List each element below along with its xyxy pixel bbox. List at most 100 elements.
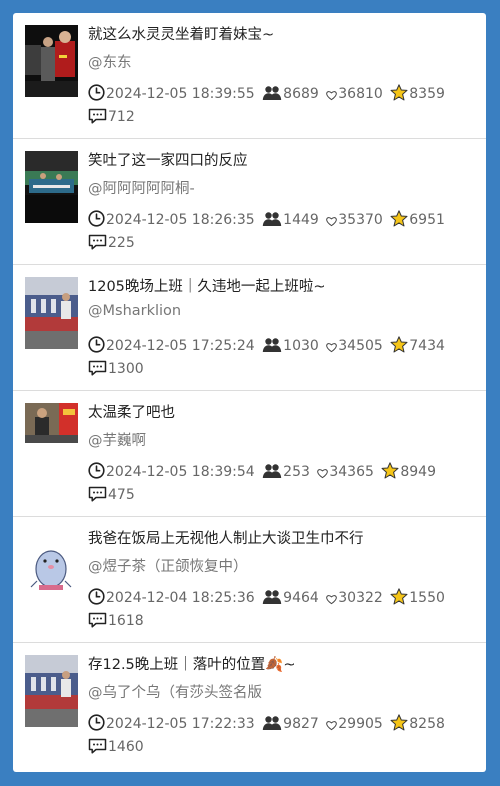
star-count: 7434 xyxy=(390,335,445,358)
comment-icon xyxy=(88,612,108,629)
viewer-count-value: 8689 xyxy=(283,86,319,102)
video-thumbnail[interactable] xyxy=(25,403,78,475)
comment-count-value: 475 xyxy=(108,487,135,503)
heart-icon xyxy=(326,590,338,606)
star-count-value: 8258 xyxy=(409,716,445,732)
like-count-value: 35370 xyxy=(338,212,383,228)
star-count-value: 6951 xyxy=(409,212,445,228)
star-count: 8949 xyxy=(381,461,436,484)
viewer-count-value: 9827 xyxy=(283,716,319,732)
feed-item[interactable]: 1205晚场上班｜久违地一起上班啦~ @Msharklion 2024-12-05 … xyxy=(13,265,486,391)
comment-count: 712 xyxy=(88,106,135,129)
heart-icon xyxy=(326,86,338,102)
viewer-count: 1449 xyxy=(262,209,319,232)
video-title[interactable]: 我爸在饭局上无视他人制止大谈卫生巾不行 xyxy=(88,527,478,548)
video-feed-panel: 就这么水灵灵坐着盯着妹宝~ @东东 2024-12-05 18:39:55 8689… xyxy=(13,13,486,772)
star-icon xyxy=(390,714,409,732)
star-icon xyxy=(381,462,400,480)
viewer-count: 9464 xyxy=(262,587,319,610)
comment-count: 1460 xyxy=(88,736,144,759)
like-count: 30322 xyxy=(326,587,383,610)
author-name[interactable]: @Msharklion xyxy=(88,303,181,319)
viewer-count-value: 9464 xyxy=(283,590,319,606)
viewer-count-value: 1449 xyxy=(283,212,319,228)
author-name[interactable]: @阿阿阿阿阿桐- xyxy=(88,177,195,198)
like-count: 34365 xyxy=(317,461,374,484)
comment-icon xyxy=(88,486,108,503)
like-count: 36810 xyxy=(326,83,383,106)
stats-row: 2024-12-05 17:25:24 1030 34505 7434 1300 xyxy=(88,335,468,381)
people-icon xyxy=(262,86,283,102)
publish-time: 2024-12-05 18:39:55 xyxy=(88,83,255,106)
comment-icon xyxy=(88,234,108,251)
comment-count: 475 xyxy=(88,484,135,507)
publish-time: 2024-12-05 17:22:33 xyxy=(88,713,255,736)
comment-icon xyxy=(88,738,108,755)
publish-time: 2024-12-05 18:39:54 xyxy=(88,461,255,484)
clock-icon xyxy=(88,714,106,732)
video-title[interactable]: 笑吐了这一家四口的反应 xyxy=(88,149,478,170)
like-count: 34505 xyxy=(326,335,383,358)
author-name[interactable]: @东东 xyxy=(88,51,132,72)
publish-time-value: 2024-12-05 18:39:55 xyxy=(106,86,255,102)
people-icon xyxy=(262,464,283,480)
star-icon xyxy=(390,210,409,228)
stats-row: 2024-12-04 18:25:36 9464 30322 1550 1618 xyxy=(88,587,468,633)
star-icon xyxy=(390,336,409,354)
publish-time-value: 2024-12-05 17:22:33 xyxy=(106,716,255,732)
video-thumbnail[interactable] xyxy=(25,151,78,223)
star-count-value: 1550 xyxy=(409,590,445,606)
heart-icon xyxy=(326,212,338,228)
people-icon xyxy=(262,716,283,732)
clock-icon xyxy=(88,336,106,354)
video-thumbnail[interactable] xyxy=(25,655,78,727)
stats-row: 2024-12-05 18:26:35 1449 35370 6951 225 xyxy=(88,209,468,255)
feed-item[interactable]: 我爸在饭局上无视他人制止大谈卫生巾不行 @煜子茶（正颌恢复中） 2024-12-04… xyxy=(13,517,486,643)
comment-count-value: 712 xyxy=(108,109,135,125)
viewer-count: 1030 xyxy=(262,335,319,358)
viewer-count-value: 1030 xyxy=(283,338,319,354)
feed-item[interactable]: 存12.5晚上班｜落叶的位置🍂~ @乌了个乌（有莎头签名版 2024-12-05 1… xyxy=(13,643,486,769)
viewer-count: 253 xyxy=(262,461,310,484)
video-title[interactable]: 太温柔了吧也 xyxy=(88,401,478,422)
video-thumbnail[interactable] xyxy=(25,529,78,601)
like-count-value: 34365 xyxy=(329,464,374,480)
feed-item[interactable]: 笑吐了这一家四口的反应 @阿阿阿阿阿桐- 2024-12-05 18:26:35 1… xyxy=(13,139,486,265)
author-name[interactable]: @煜子茶（正颌恢复中） xyxy=(88,555,248,576)
feed-item[interactable]: 就这么水灵灵坐着盯着妹宝~ @东东 2024-12-05 18:39:55 8689… xyxy=(13,13,486,139)
clock-icon xyxy=(88,588,106,606)
stats-row: 2024-12-05 18:39:54 253 34365 8949 475 xyxy=(88,461,468,507)
feed-item[interactable]: 太温柔了吧也 @芋巍啊 2024-12-05 18:39:54 253 34365 … xyxy=(13,391,486,517)
like-count: 35370 xyxy=(326,209,383,232)
video-title[interactable]: 就这么水灵灵坐着盯着妹宝~ xyxy=(88,23,478,44)
viewer-count: 9827 xyxy=(262,713,319,736)
heart-icon xyxy=(326,338,338,354)
clock-icon xyxy=(88,84,106,102)
author-name[interactable]: @乌了个乌（有莎头签名版 xyxy=(88,681,262,702)
video-thumbnail[interactable] xyxy=(25,277,78,349)
comment-count-value: 225 xyxy=(108,235,135,251)
heart-icon xyxy=(317,464,329,480)
star-count: 1550 xyxy=(390,587,445,610)
video-thumbnail[interactable] xyxy=(25,25,78,97)
star-count-value: 7434 xyxy=(409,338,445,354)
star-count: 8258 xyxy=(390,713,445,736)
star-count-value: 8949 xyxy=(400,464,436,480)
comment-count-value: 1460 xyxy=(108,739,144,755)
star-icon xyxy=(390,84,409,102)
publish-time: 2024-12-04 18:25:36 xyxy=(88,587,255,610)
comment-count: 1300 xyxy=(88,358,144,381)
heart-icon xyxy=(326,716,338,732)
video-title[interactable]: 存12.5晚上班｜落叶的位置🍂~ xyxy=(88,653,478,674)
video-title[interactable]: 1205晚场上班｜久违地一起上班啦~ xyxy=(88,275,478,296)
author-name[interactable]: @芋巍啊 xyxy=(88,429,146,450)
stats-row: 2024-12-05 18:39:55 8689 36810 8359 712 xyxy=(88,83,468,129)
like-count-value: 29905 xyxy=(338,716,383,732)
star-count: 8359 xyxy=(390,83,445,106)
clock-icon xyxy=(88,210,106,228)
comment-count: 1618 xyxy=(88,610,144,633)
publish-time-value: 2024-12-05 17:25:24 xyxy=(106,338,255,354)
star-count-value: 8359 xyxy=(409,86,445,102)
publish-time-value: 2024-12-05 18:39:54 xyxy=(106,464,255,480)
comment-count-value: 1618 xyxy=(108,613,144,629)
